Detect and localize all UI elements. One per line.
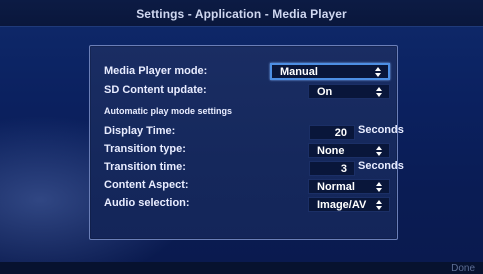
up-down-arrows-icon: [376, 146, 382, 156]
display-time-label: Display Time:: [104, 125, 176, 137]
section-title: Automatic play mode settings: [104, 106, 233, 116]
transition-time-input[interactable]: 3: [309, 161, 355, 176]
bottom-bar: [0, 262, 483, 274]
up-down-arrows-icon: [376, 200, 382, 210]
transition-type-label: Transition type:: [104, 143, 186, 155]
up-down-arrows-icon: [376, 87, 382, 97]
audio-selection-select[interactable]: Image/AV: [308, 197, 390, 212]
content-aspect-value: Normal: [317, 181, 355, 193]
sd-content-update-value: On: [317, 86, 333, 98]
display-time-input[interactable]: 20: [309, 125, 355, 140]
done-button[interactable]: Done: [451, 263, 475, 274]
transition-type-select[interactable]: None: [308, 143, 390, 158]
audio-selection-value: Image/AV: [317, 199, 367, 211]
transition-time-label: Transition time:: [104, 161, 186, 173]
content-aspect-label: Content Aspect:: [104, 179, 189, 191]
content-aspect-select[interactable]: Normal: [308, 179, 390, 194]
sd-content-update-label: SD Content update:: [104, 84, 207, 96]
up-down-arrows-icon: [376, 182, 382, 192]
audio-selection-label: Audio selection:: [104, 197, 190, 209]
sd-content-update-select[interactable]: On: [308, 84, 390, 99]
display-time-unit: Seconds: [358, 124, 404, 136]
page-title: Settings - Application - Media Player: [136, 7, 347, 21]
settings-panel: Media Player mode: Manual SD Content upd…: [89, 45, 404, 240]
transition-time-unit: Seconds: [358, 160, 404, 172]
up-down-arrows-icon: [375, 67, 381, 77]
media-player-mode-select[interactable]: Manual: [270, 63, 390, 80]
title-bar: Settings - Application - Media Player: [0, 0, 483, 27]
media-player-mode-label: Media Player mode:: [104, 65, 208, 77]
media-player-mode-value: Manual: [280, 66, 318, 78]
transition-type-value: None: [317, 145, 345, 157]
